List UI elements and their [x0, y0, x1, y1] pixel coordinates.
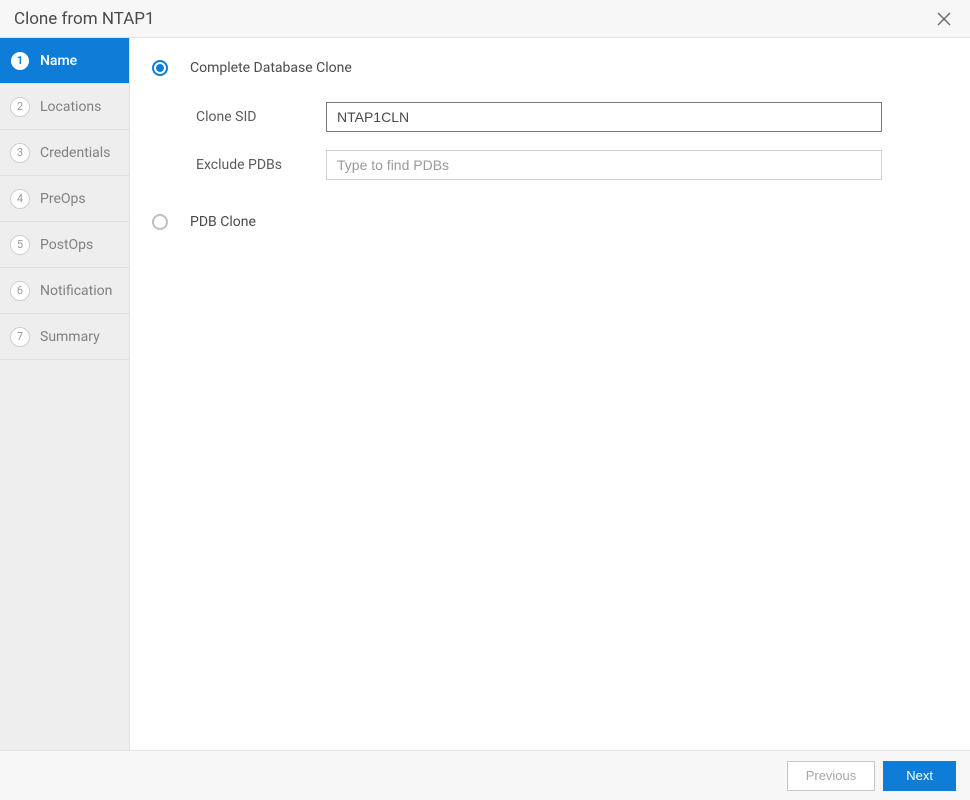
step-label: PreOps [40, 191, 86, 207]
step-number: 4 [10, 189, 30, 209]
wizard-content: Complete Database Clone Clone SID Exclud… [130, 38, 970, 750]
complete-clone-fields: Clone SID Exclude PDBs [196, 102, 934, 180]
radio-pdb-clone[interactable] [152, 214, 168, 230]
step-notification[interactable]: 6 Notification [0, 268, 129, 314]
step-label: Name [40, 53, 77, 69]
step-number: 2 [10, 97, 30, 117]
close-button[interactable] [932, 7, 956, 31]
step-number: 3 [10, 143, 30, 163]
clone-type-pdb-row: PDB Clone [152, 214, 934, 230]
step-number: 6 [10, 281, 30, 301]
step-number: 7 [10, 327, 30, 347]
dialog-footer: Previous Next [0, 750, 970, 800]
radio-complete-clone-label: Complete Database Clone [190, 60, 352, 76]
dialog-body: 1 Name 2 Locations 3 Credentials 4 PreOp… [0, 38, 970, 750]
radio-complete-clone[interactable] [152, 60, 168, 76]
step-summary[interactable]: 7 Summary [0, 314, 129, 360]
dialog-header: Clone from NTAP1 [0, 0, 970, 38]
wizard-sidebar: 1 Name 2 Locations 3 Credentials 4 PreOp… [0, 38, 130, 750]
step-label: PostOps [40, 237, 93, 253]
next-button[interactable]: Next [883, 761, 956, 791]
step-credentials[interactable]: 3 Credentials [0, 130, 129, 176]
step-label: Notification [40, 283, 112, 299]
radio-pdb-clone-label: PDB Clone [190, 214, 256, 230]
exclude-pdbs-row: Exclude PDBs [196, 150, 934, 180]
close-icon [937, 12, 951, 26]
exclude-pdbs-input[interactable] [326, 150, 882, 180]
previous-button[interactable]: Previous [787, 761, 876, 791]
step-number: 1 [10, 51, 30, 71]
clone-sid-label: Clone SID [196, 109, 326, 125]
step-preops[interactable]: 4 PreOps [0, 176, 129, 222]
clone-type-complete-row: Complete Database Clone [152, 60, 934, 76]
step-label: Locations [40, 99, 101, 115]
step-postops[interactable]: 5 PostOps [0, 222, 129, 268]
exclude-pdbs-label: Exclude PDBs [196, 157, 326, 173]
dialog-title: Clone from NTAP1 [14, 9, 155, 29]
clone-sid-input[interactable] [326, 102, 882, 132]
step-name[interactable]: 1 Name [0, 38, 129, 84]
step-label: Summary [40, 329, 100, 345]
radio-dot-icon [156, 64, 164, 72]
step-locations[interactable]: 2 Locations [0, 84, 129, 130]
step-label: Credentials [40, 145, 110, 161]
step-number: 5 [10, 235, 30, 255]
clone-sid-row: Clone SID [196, 102, 934, 132]
